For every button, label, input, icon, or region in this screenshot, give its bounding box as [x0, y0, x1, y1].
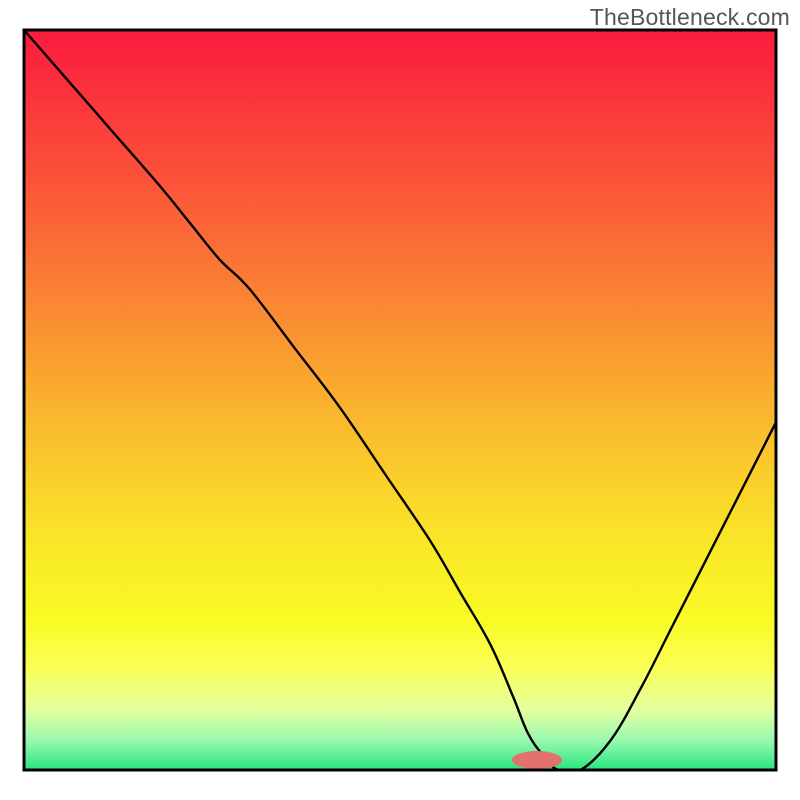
optimal-marker — [512, 751, 562, 769]
watermark-text: TheBottleneck.com — [590, 4, 790, 31]
chart-svg — [0, 0, 800, 800]
chart-container: TheBottleneck.com — [0, 0, 800, 800]
plot-background — [24, 30, 776, 770]
